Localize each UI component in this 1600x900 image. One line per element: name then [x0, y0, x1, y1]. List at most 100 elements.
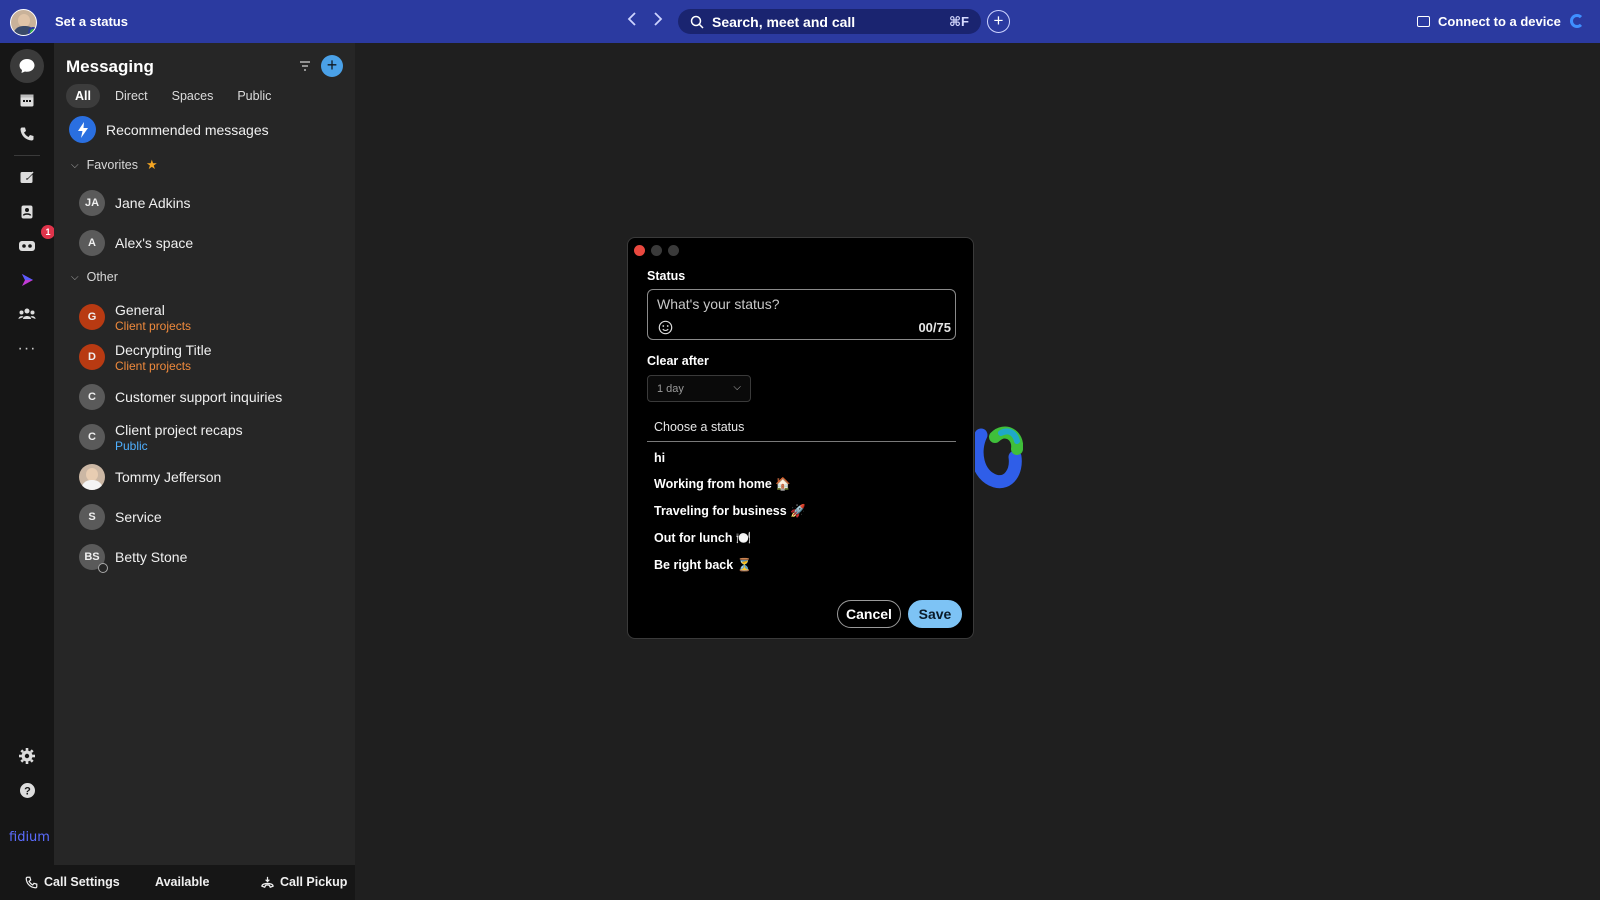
list-item-decrypting-title[interactable]: D Decrypting Title Client projects [79, 339, 349, 375]
avatar: D [79, 344, 105, 370]
item-name: Client project recaps [115, 421, 243, 438]
chat-bubble-icon [19, 59, 35, 73]
save-button[interactable]: Save [908, 600, 962, 628]
list-item-customer-support[interactable]: C Customer support inquiries [79, 379, 349, 415]
user-avatar[interactable] [10, 9, 37, 36]
maximize-window-icon[interactable] [668, 245, 679, 256]
help-icon: ? [19, 782, 35, 798]
list-item-alex-space[interactable]: A Alex's space [79, 225, 349, 261]
minimize-window-icon[interactable] [651, 245, 662, 256]
tab-spaces[interactable]: Spaces [163, 84, 223, 108]
status-input[interactable] [657, 296, 937, 312]
status-input-box[interactable]: 00/75 [647, 289, 956, 340]
status-option-traveling[interactable]: Traveling for business 🚀 [654, 504, 806, 519]
new-message-button[interactable]: + [321, 55, 343, 77]
list-item-service[interactable]: S Service [79, 499, 349, 535]
rail-whiteboard[interactable] [9, 161, 45, 193]
rail-voicemail[interactable]: 1 [9, 225, 55, 262]
item-name: Alex's space [115, 235, 194, 251]
tab-public[interactable]: Public [228, 84, 280, 108]
status-option-hi[interactable]: hi [654, 451, 665, 465]
connect-device-label: Connect to a device [1438, 14, 1561, 29]
list-item-betty-stone[interactable]: BS Betty Stone [79, 539, 349, 575]
voicemail-icon [19, 241, 35, 251]
item-name: Decrypting Title [115, 341, 212, 358]
connect-device-button[interactable]: Connect to a device [1417, 14, 1561, 29]
tab-all[interactable]: All [66, 84, 100, 108]
call-settings-label: Call Settings [44, 875, 120, 889]
character-counter: 00/75 [918, 320, 951, 335]
rail-help[interactable]: ? [9, 774, 45, 806]
item-subtitle: Client projects [115, 318, 192, 333]
set-status-link[interactable]: Set a status [55, 14, 128, 29]
list-item-jane-adkins[interactable]: JA Jane Adkins [79, 185, 349, 221]
other-section-header[interactable]: ⌵ Other [71, 270, 118, 284]
tab-direct[interactable]: Direct [106, 84, 157, 108]
contacts-icon [21, 205, 33, 219]
avatar: A [79, 230, 105, 256]
sync-spinner-icon [1570, 14, 1584, 28]
panel-title: Messaging [66, 57, 154, 76]
item-subtitle: Public [115, 438, 148, 453]
device-icon [1417, 16, 1430, 27]
avatar [79, 464, 105, 490]
rail-messaging[interactable] [10, 49, 44, 83]
call-pickup-button[interactable]: Call Pickup [261, 875, 347, 889]
list-item-client-project-recaps[interactable]: C Client project recaps Public [79, 419, 349, 455]
status-label: Status [647, 269, 686, 283]
phone-settings-icon [25, 876, 38, 888]
item-name: Service [115, 509, 162, 525]
teams-icon [18, 308, 36, 319]
status-option-working-from-home[interactable]: Working from home 🏠 [654, 477, 791, 492]
call-settings-button[interactable]: Call Settings [25, 875, 120, 889]
star-icon: ★ [146, 157, 158, 172]
rail-settings[interactable] [9, 740, 45, 772]
recommended-messages[interactable]: Recommended messages [69, 116, 269, 143]
whiteboard-icon [20, 171, 34, 183]
more-dots-icon: ··· [17, 340, 37, 357]
list-item-general[interactable]: G General Client projects [79, 299, 349, 335]
item-name: Tommy Jefferson [115, 469, 222, 485]
filter-icon[interactable] [299, 60, 311, 72]
chevron-down-icon: ⌵ [71, 159, 79, 171]
call-pickup-icon [261, 876, 274, 888]
rail-calling[interactable] [9, 118, 45, 150]
close-window-icon[interactable] [634, 245, 645, 256]
search-bar[interactable]: Search, meet and call ⌘F [678, 9, 981, 34]
avatar: BS [79, 544, 108, 573]
rail-calendar[interactable] [9, 84, 45, 116]
emoji-icon[interactable] [658, 320, 673, 335]
rail-app[interactable] [9, 264, 45, 296]
bottom-status-bar: Call Settings Available Call Pickup [0, 865, 355, 900]
search-placeholder: Search, meet and call [712, 13, 856, 30]
avatar: JA [79, 190, 105, 216]
back-arrow-icon[interactable] [622, 12, 642, 32]
item-name: Jane Adkins [115, 195, 191, 211]
favorites-label: Favorites [86, 158, 138, 172]
new-action-plus-icon[interactable]: + [987, 10, 1010, 33]
rail-contacts[interactable] [9, 196, 45, 228]
list-item-tommy-jefferson[interactable]: Tommy Jefferson [79, 459, 349, 495]
webex-logo-icon [975, 426, 1023, 489]
clear-after-select[interactable]: 1 day ⌵ [647, 375, 751, 402]
rail-more[interactable]: ··· [9, 333, 45, 365]
status-option-lunch[interactable]: Out for lunch 🍽️ [654, 531, 752, 546]
top-bar: Set a status Search, meet and call ⌘F + … [0, 0, 1600, 43]
rail-teams[interactable] [9, 298, 45, 330]
favorites-section-header[interactable]: ⌵ Favorites ★ [71, 157, 158, 173]
set-status-dialog: Status 00/75 Clear after 1 day ⌵ Choose … [627, 237, 974, 639]
calendar-icon [20, 94, 34, 107]
item-subtitle: Client projects [115, 358, 192, 373]
avatar: C [79, 424, 105, 450]
messaging-panel: Messaging + All Direct Spaces Public Rec… [54, 43, 355, 865]
search-shortcut: ⌘F [948, 13, 969, 29]
status-option-be-right-back[interactable]: Be right back ⏳ [654, 558, 752, 573]
clear-after-label: Clear after [647, 354, 709, 368]
svg-text:?: ? [24, 785, 31, 797]
left-rail: 1 ··· ? fidium [0, 43, 55, 900]
availability-button[interactable]: Available [155, 875, 209, 889]
cancel-button[interactable]: Cancel [837, 600, 901, 628]
forward-arrow-icon[interactable] [648, 12, 668, 32]
lightning-icon [69, 116, 96, 143]
item-name: General [115, 301, 165, 318]
